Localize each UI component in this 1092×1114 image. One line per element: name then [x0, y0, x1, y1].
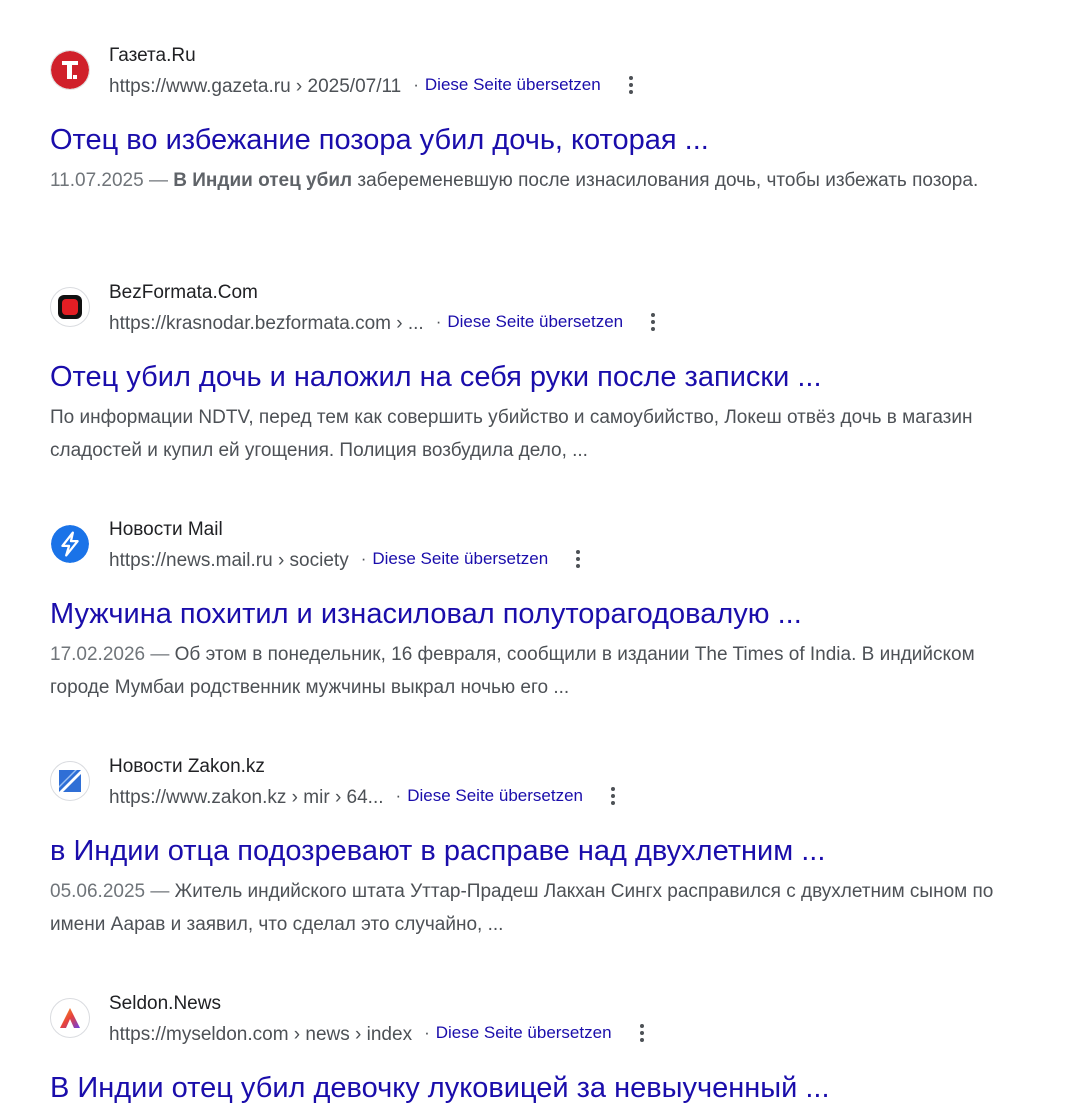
site-url: https://www.gazeta.ru › 2025/07/11 [109, 76, 402, 97]
site-name: Газета.Ru [109, 45, 196, 66]
site-header[interactable]: BezFormata.Com https://krasnodar.bezform… [50, 281, 1040, 343]
more-options-icon[interactable] [643, 310, 663, 334]
site-name: Новости Mail [109, 519, 223, 540]
search-result: Новости Mail https://news.mail.ru › soci… [50, 518, 1040, 704]
snippet-text: Об этом в понедельник, 16 февраля, сообщ… [50, 644, 975, 698]
snippet-text: По информации NDTV, перед тем как соверш… [50, 407, 973, 461]
url-line: https://www.zakon.kz › mir › 64... Diese… [109, 786, 623, 810]
result-date: 17.02.2026 — [50, 644, 175, 665]
seldon-icon [50, 998, 90, 1038]
url-line: https://www.gazeta.ru › 2025/07/11 Diese… [109, 75, 641, 99]
result-title-link[interactable]: в Индии отца подозревают в расправе над … [50, 833, 1040, 869]
result-title-link[interactable]: Мужчина похитил и изнасиловал полутораго… [50, 596, 1040, 632]
url-line: https://krasnodar.bezformata.com › ... D… [109, 312, 663, 336]
result-snippet: 17.02.2026 — Об этом в понедельник, 16 ф… [50, 638, 1010, 704]
site-url: https://www.zakon.kz › mir › 64... [109, 787, 384, 808]
result-title-link[interactable]: В Индии отец убил девочку луковицей за н… [50, 1070, 1040, 1106]
zakon-icon [50, 761, 90, 801]
translate-link[interactable]: Diese Seite übersetzen [436, 312, 623, 332]
site-header[interactable]: Газета.Ru https://www.gazeta.ru › 2025/0… [50, 44, 1040, 106]
site-url: https://news.mail.ru › society [109, 550, 349, 571]
result-snippet: По информации NDTV, перед тем как соверш… [50, 401, 1010, 467]
site-url: https://krasnodar.bezformata.com › ... [109, 313, 424, 334]
site-name: Seldon.News [109, 993, 221, 1014]
translate-link[interactable]: Diese Seite übersetzen [396, 786, 583, 806]
result-title-link[interactable]: Отец во избежание позора убил дочь, кото… [50, 122, 1040, 158]
gazeta-icon [50, 50, 90, 90]
more-options-icon[interactable] [568, 547, 588, 571]
search-result: Газета.Ru https://www.gazeta.ru › 2025/0… [50, 44, 1040, 197]
more-options-icon[interactable] [603, 784, 623, 808]
search-result: Новости Zakon.kz https://www.zakon.kz › … [50, 755, 1040, 941]
site-header[interactable]: Новости Zakon.kz https://www.zakon.kz › … [50, 755, 1040, 817]
search-result: Seldon.News https://myseldon.com › news … [50, 992, 1040, 1106]
site-header[interactable]: Seldon.News https://myseldon.com › news … [50, 992, 1040, 1054]
translate-link[interactable]: Diese Seite übersetzen [413, 75, 601, 95]
mail-news-icon [50, 524, 90, 564]
site-header[interactable]: Новости Mail https://news.mail.ru › soci… [50, 518, 1040, 580]
translate-link[interactable]: Diese Seite übersetzen [361, 549, 548, 569]
search-result: BezFormata.Com https://krasnodar.bezform… [50, 281, 1040, 467]
bezformata-icon [50, 287, 90, 327]
more-options-icon[interactable] [621, 73, 641, 97]
snippet-highlight: В Индии отец убил [173, 170, 353, 191]
url-line: https://myseldon.com › news › index Dies… [109, 1023, 652, 1047]
translate-link[interactable]: Diese Seite übersetzen [424, 1023, 612, 1043]
snippet-text: забеременевшую после изнасилования дочь,… [352, 170, 979, 191]
more-options-icon[interactable] [632, 1021, 652, 1045]
result-date: 05.06.2025 — [50, 881, 175, 902]
result-snippet: 11.07.2025 — В Индии отец убил заберемен… [50, 164, 1010, 197]
search-results: Газета.Ru https://www.gazeta.ru › 2025/0… [0, 0, 1092, 1114]
result-snippet: 05.06.2025 — Житель индийского штата Утт… [50, 875, 1010, 941]
url-line: https://news.mail.ru › society Diese Sei… [109, 549, 588, 573]
site-name: BezFormata.Com [109, 282, 258, 303]
snippet-text: Житель индийского штата Уттар-Прадеш Лак… [50, 881, 994, 935]
result-title-link[interactable]: Отец убил дочь и наложил на себя руки по… [50, 359, 1040, 395]
site-name: Новости Zakon.kz [109, 756, 265, 777]
result-date: 11.07.2025 — [50, 170, 174, 191]
site-url: https://myseldon.com › news › index [109, 1024, 413, 1045]
